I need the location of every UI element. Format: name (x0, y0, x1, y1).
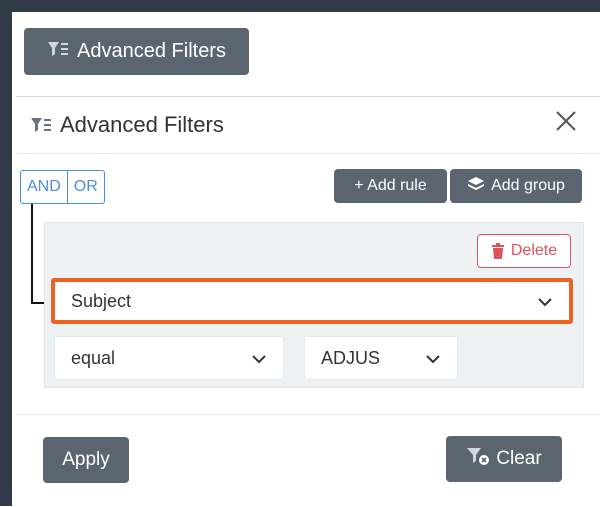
window-frame-left (0, 0, 12, 506)
apply-button[interactable]: Apply (43, 437, 129, 483)
add-group-button[interactable]: Add group (450, 169, 582, 203)
field-select-value: Subject (71, 290, 132, 311)
layers-icon (467, 176, 485, 197)
close-icon (554, 109, 578, 138)
panel-title: Advanced Filters (60, 112, 224, 137)
add-group-label: Add group (491, 177, 565, 194)
chevron-down-icon (251, 348, 267, 369)
clear-button[interactable]: Clear (446, 436, 562, 482)
filter-icon (30, 117, 52, 133)
window-frame-top (0, 0, 600, 12)
operator-select[interactable]: equal (54, 336, 284, 380)
filter-icon (47, 40, 69, 63)
chevron-down-icon (537, 291, 553, 312)
field-select[interactable]: Subject (51, 278, 573, 324)
chevron-down-icon (425, 348, 441, 369)
apply-label: Apply (62, 449, 110, 470)
and-button[interactable]: AND (21, 171, 67, 203)
trash-icon (491, 243, 505, 259)
operator-select-value: equal (71, 347, 116, 368)
panel-header: Advanced Filters (16, 97, 600, 154)
filter-clear-icon (466, 446, 490, 472)
add-rule-button[interactable]: + Add rule (334, 169, 447, 203)
open-advanced-filters-button[interactable]: Advanced Filters (24, 28, 249, 75)
footer-divider (16, 414, 600, 415)
or-button[interactable]: OR (68, 171, 104, 203)
conjunction-toggle: AND OR (20, 170, 105, 204)
delete-rule-label: Delete (510, 242, 558, 259)
open-advanced-filters-label: Advanced Filters (77, 40, 226, 62)
value-select-value: ADJUS (321, 347, 381, 368)
clear-label: Clear (496, 448, 542, 469)
delete-rule-button[interactable]: Delete (477, 234, 571, 268)
add-rule-label: + Add rule (354, 177, 427, 194)
close-panel-button[interactable] (552, 109, 580, 137)
rule-tree-line (31, 204, 33, 304)
value-select[interactable]: ADJUS (304, 336, 458, 380)
